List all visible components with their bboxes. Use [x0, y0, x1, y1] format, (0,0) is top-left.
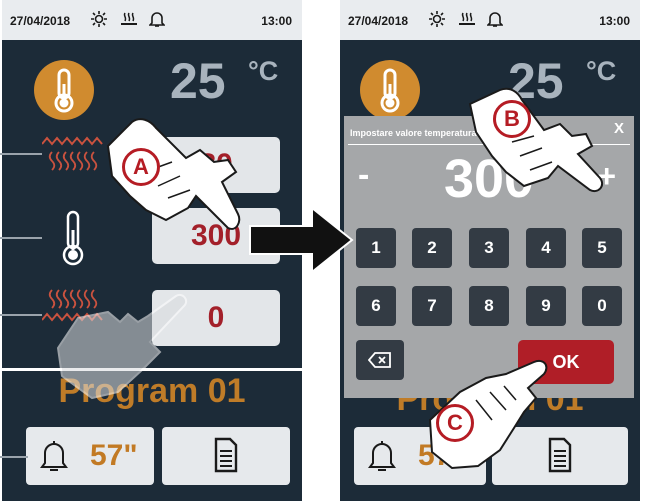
hand-pointer-icon — [468, 87, 604, 192]
annotation-overlay — [56, 87, 604, 470]
callout-a: A — [122, 148, 160, 186]
callout-c: C — [436, 404, 474, 442]
callout-b: B — [493, 100, 531, 138]
hand-pointer-icon — [56, 294, 188, 400]
arrow-right-icon — [249, 205, 354, 275]
